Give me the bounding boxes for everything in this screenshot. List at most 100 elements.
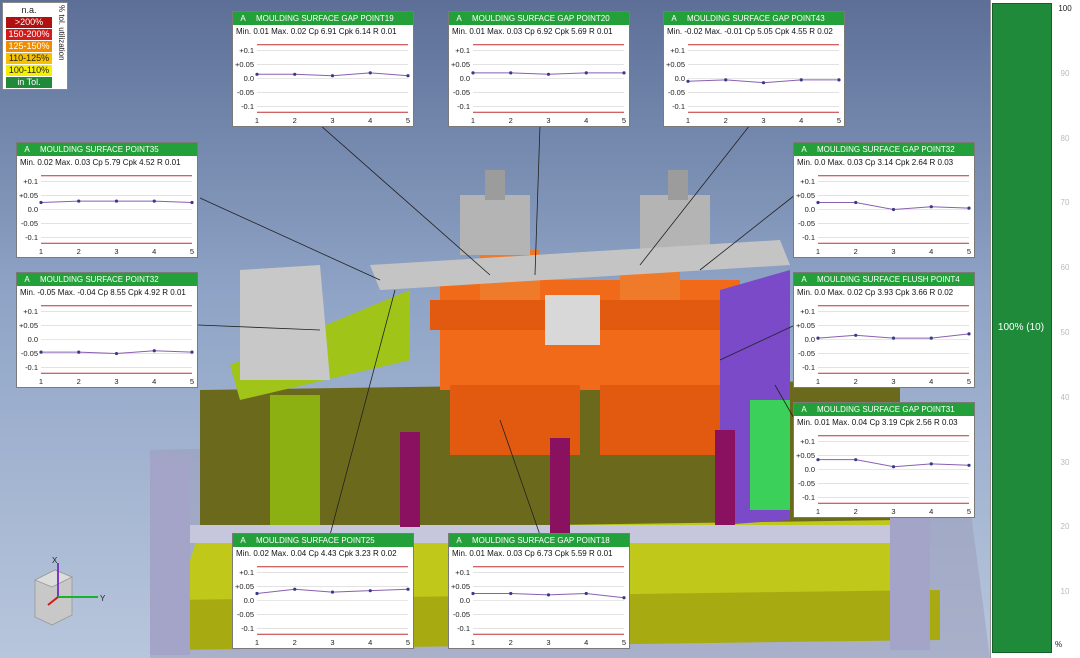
measurement-point [967,206,971,210]
measurement-point [190,200,194,205]
x-tick-label: 1 [816,507,820,516]
measurement-point [406,587,410,591]
x-tick-label: 4 [799,116,803,125]
measurement-point [190,350,194,354]
y-tick-label: -0.1 [25,363,38,372]
y-tick-label: -0.1 [241,102,254,111]
measurement-point [854,333,858,337]
x-tick-label: 3 [891,507,895,516]
legend-row: 150-200% [6,29,52,40]
axis-triad-icon: X Y [30,555,110,630]
measurement-point [967,463,971,467]
measurement-point [293,587,297,591]
y-tick-label: +0.05 [796,321,815,330]
x-tick-label: 2 [854,507,858,516]
measurement-point [854,200,858,205]
y-tick-label: -0.1 [457,102,470,111]
x-tick-label: 4 [368,116,372,125]
x-tick-label: 2 [509,638,513,647]
x-tick-label: 5 [967,377,971,386]
measurement-point [152,349,156,353]
y-tick-label: +0.05 [666,60,685,69]
x-tick-label: 4 [584,638,588,647]
measurement-point [799,78,803,82]
y-tick-label: -0.1 [25,233,38,242]
measurement-chart-panel[interactable]: A MOULDING SURFACE POINT32 Min. -0.05 Max.… [16,272,198,388]
utilization-scale-tick: 30 [1060,457,1070,467]
measurement-point [77,199,81,203]
x-tick-label: 3 [114,247,118,256]
y-tick-label: +0.05 [451,60,470,69]
y-tick-label: 0.0 [460,596,470,605]
utilization-scale-tick: 20 [1060,522,1070,532]
measurement-chart-panel[interactable]: A MOULDING SURFACE GAP POINT32 Min. 0.0 Ma… [793,142,975,258]
x-tick-label: 2 [293,116,297,125]
y-tick-label: -0.05 [453,610,470,619]
measurement-point [891,207,896,212]
measurement-chart-panel[interactable]: A MOULDING SURFACE FLUSH POINT4 Min. 0.0 M… [793,272,975,388]
x-tick-label: 3 [761,116,765,125]
x-tick-label: 5 [967,507,971,516]
measurement-chart-panel[interactable]: A MOULDING SURFACE GAP POINT31 Min. 0.01 M… [793,402,975,518]
measurement-point [686,79,690,83]
utilization-scale-tick: 10 [1060,587,1070,597]
axis-y-label: Y [100,594,106,603]
y-tick-label: +0.1 [239,568,254,577]
x-tick-label: 1 [255,638,259,647]
measurement-point [891,336,896,340]
x-tick-label: 1 [686,116,690,125]
measurement-point [816,200,820,205]
measurement-point [929,336,933,340]
measurement-point [330,590,335,594]
x-tick-label: 4 [368,638,372,647]
y-tick-label: 0.0 [805,205,815,214]
x-tick-label: 5 [406,116,410,125]
y-tick-label: 0.0 [675,74,685,83]
x-tick-label: 3 [114,377,118,386]
x-tick-label: 3 [891,247,895,256]
measurement-chart-panel[interactable]: A MOULDING SURFACE POINT35 Min. 0.02 Max. … [16,142,198,258]
measurement-point [114,351,119,356]
measurement-point [509,591,513,596]
utilization-scale-tick: 70 [1060,198,1070,208]
measurement-point [39,350,43,354]
measurement-chart-panel[interactable]: A MOULDING SURFACE POINT25 Min. 0.02 Max. … [232,533,414,649]
x-tick-label: 3 [891,377,895,386]
y-tick-label: 0.0 [805,465,815,474]
y-tick-label: -0.1 [802,493,815,502]
tolerance-utilization-bar: 100% (10) 100 90 80 70 60 50 40 30 20 10 % [990,0,1080,658]
measurement-chart-panel[interactable]: A MOULDING SURFACE GAP POINT18 Min. 0.01 M… [448,533,630,649]
measurement-point [584,71,588,75]
measurement-point [471,591,475,596]
measurement-chart-panel[interactable]: A MOULDING SURFACE GAP POINT19 Min. 0.01 M… [232,11,414,127]
y-tick-label: -0.05 [237,88,254,97]
x-tick-label: 4 [584,116,588,125]
tolerance-utilization-legend: n.a. >200% 150-200% 125-150% 110-125% 100-110… [2,2,68,90]
x-tick-label: 5 [406,638,410,647]
measurement-point [816,336,820,340]
measurement-point [368,589,372,593]
x-tick-label: 2 [724,116,728,125]
y-tick-label: +0.1 [800,437,815,446]
x-tick-label: 1 [816,377,820,386]
x-tick-label: 1 [471,116,475,125]
utilization-percent-label: 100% (10) [997,322,1045,333]
legend-row: 100-110% [6,65,52,76]
legend-row: in Tol. [6,77,52,88]
measurement-point [77,350,81,354]
y-tick-label: +0.05 [235,582,254,591]
y-tick-label: +0.1 [23,307,38,316]
measurement-point [509,71,513,75]
measurement-point [546,72,551,76]
tolerance-line-chart: +0.1 +0.05 0.0 -0.05 -0.11 2 3 4 5 [19,305,194,386]
measurement-chart-panel[interactable]: A MOULDING SURFACE GAP POINT43 Min. -0.02 … [663,11,845,127]
x-tick-label: 3 [546,638,550,647]
x-tick-label: 4 [929,377,933,386]
y-tick-label: -0.1 [802,233,815,242]
y-tick-label: +0.1 [455,46,470,55]
y-tick-label: -0.05 [798,349,815,358]
measurement-chart-panel[interactable]: A MOULDING SURFACE GAP POINT20 Min. 0.01 M… [448,11,630,127]
measurement-point [39,200,43,205]
tolerance-line-chart: +0.1 +0.05 0.0 -0.05 -0.11 2 3 4 5 [796,175,971,256]
x-tick-label: 1 [39,247,43,256]
